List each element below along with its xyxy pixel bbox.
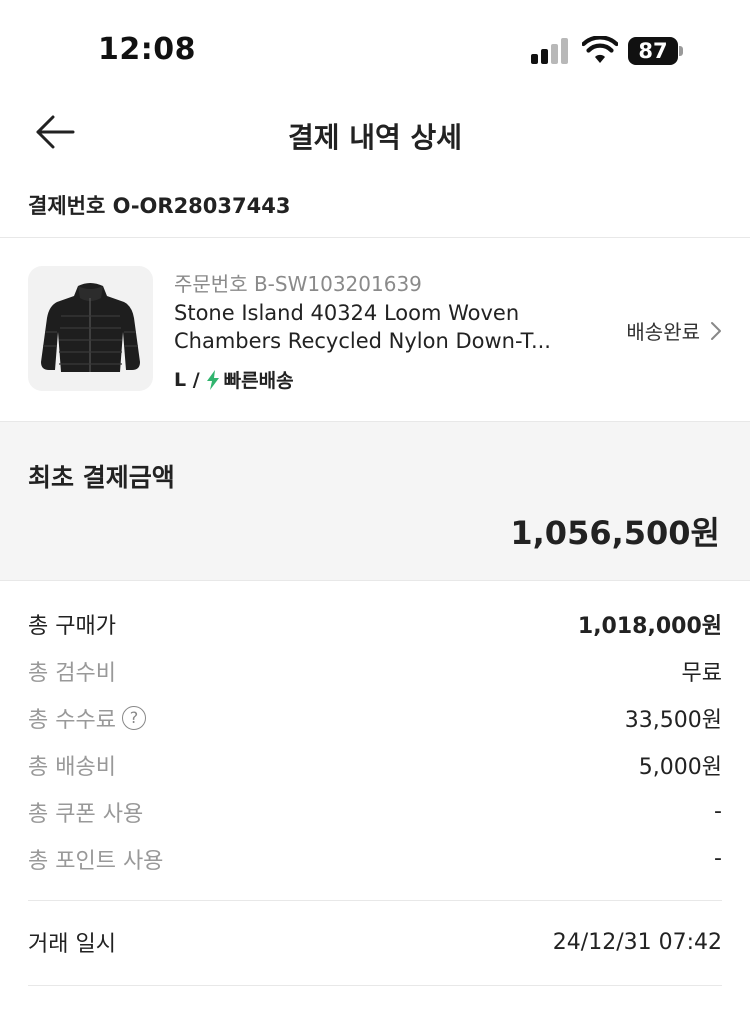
- product-option: L / 빠른배송: [174, 366, 294, 393]
- detail-label: 총 포인트 사용: [28, 848, 164, 874]
- battery-icon: 87: [628, 37, 684, 65]
- detail-value: 33,500원: [624, 707, 722, 733]
- transaction-datetime-row: 거래 일시 24/12/31 07:42: [28, 920, 722, 964]
- page-title: 결제 내역 상세: [287, 121, 463, 154]
- detail-value: 1,018,000원: [577, 613, 722, 639]
- order-number: 주문번호 B-SW103201639: [174, 272, 422, 296]
- divider: [28, 985, 722, 986]
- detail-value: 5,000원: [638, 754, 722, 780]
- detail-label-fee: 총 수수료 ?: [28, 702, 146, 734]
- battery-percent: 87: [638, 39, 668, 63]
- detail-label: 총 수수료: [28, 707, 116, 733]
- detail-value: -: [714, 799, 722, 824]
- detail-row-inspection: 총 검수비 무료: [28, 647, 722, 694]
- detail-row-coupon: 총 쿠폰 사용 -: [28, 788, 722, 835]
- product-image: [28, 266, 153, 391]
- detail-value: 무료: [681, 660, 722, 686]
- product-name-line1: Stone Island 40324 Loom Woven: [174, 301, 520, 325]
- help-icon[interactable]: ?: [121, 705, 146, 730]
- transaction-label: 거래 일시: [28, 932, 116, 957]
- payment-details: 총 구매가 1,018,000원 총 검수비 무료 총 수수료 ? 33,500…: [28, 600, 722, 882]
- product-name: Stone Island 40324 Loom Woven Chambers R…: [174, 299, 574, 355]
- down-jacket-image: [41, 283, 140, 372]
- lightning-icon: [206, 369, 219, 390]
- nav-header: 결제 내역 상세: [0, 96, 750, 168]
- delivery-status-link[interactable]: 배송완료: [626, 316, 722, 345]
- detail-row-points: 총 포인트 사용 -: [28, 835, 722, 882]
- divider: [28, 900, 722, 901]
- detail-value: -: [714, 846, 722, 871]
- detail-label: 총 검수비: [28, 660, 116, 686]
- detail-row-fee: 총 수수료 ? 33,500원: [28, 694, 722, 741]
- status-bar: 12:08 87: [0, 0, 750, 100]
- detail-label: 총 배송비: [28, 754, 116, 780]
- detail-label: 총 쿠폰 사용: [28, 801, 144, 827]
- order-item[interactable]: 주문번호 B-SW103201639 Stone Island 40324 Lo…: [0, 238, 750, 421]
- delivery-status-label: 배송완료: [626, 320, 700, 344]
- transaction-value: 24/12/31 07:42: [552, 929, 722, 955]
- detail-row-shipping: 총 배송비 5,000원: [28, 741, 722, 788]
- summary-amount: 1,056,500원: [510, 514, 720, 552]
- summary-label: 최초 결제금액: [28, 463, 175, 492]
- status-time: 12:08: [98, 32, 196, 67]
- fast-delivery-label: 빠른배송: [223, 370, 294, 392]
- payment-number: 결제번호 O-OR28037443: [28, 194, 291, 218]
- payment-summary: 최초 결제금액 1,056,500원: [0, 421, 750, 581]
- chevron-right-icon: [711, 321, 721, 340]
- detail-row-purchase: 총 구매가 1,018,000원: [28, 600, 722, 647]
- detail-label: 총 구매가: [28, 613, 116, 639]
- cellular-signal-icon: [531, 38, 571, 64]
- size-label: L /: [174, 368, 200, 391]
- product-name-line2: Chambers Recycled Nylon Down-T...: [174, 329, 551, 353]
- wifi-icon: [582, 36, 618, 63]
